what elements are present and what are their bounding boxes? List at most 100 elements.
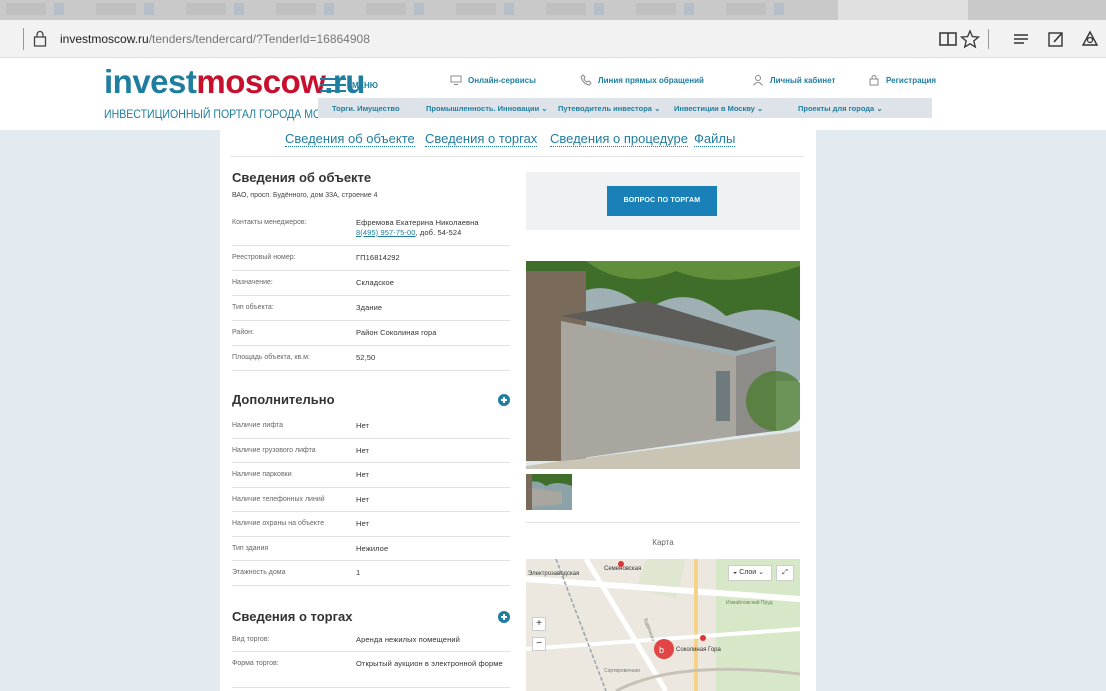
address-bar: investmoscow.ru/tenders/tendercard/?Tend…: [0, 20, 1106, 58]
nav-hotline[interactable]: Линия прямых обращений: [580, 74, 704, 86]
favorite-star-icon[interactable]: [960, 29, 980, 49]
map-label-semenovskaya: Семеновская: [604, 566, 641, 572]
detail-row-value: Нет: [356, 470, 370, 479]
detail-row-label: Назначение:: [232, 279, 273, 286]
detail-row-label: Наличие парковки: [232, 471, 292, 478]
detail-row: Реестровый номер: ГП16814292: [232, 246, 510, 271]
nav-online-label: Онлайн-сервисы: [468, 75, 536, 85]
managers-name: Ефремова Екатерина Николаевна: [356, 218, 479, 227]
managers-phone-link[interactable]: 8(495) 957-75-00: [356, 228, 416, 237]
trade-section-title: Сведения о торгах: [232, 609, 353, 624]
nav-register-label: Регистрация: [886, 75, 937, 85]
map-label-sokolinaya: Соколиная Гора: [676, 647, 722, 653]
map-label-sortirovochnaya: Сортировочная: [604, 668, 640, 674]
detail-row-value: Нет: [356, 421, 370, 430]
fullscreen-icon[interactable]: ⤢: [776, 565, 794, 581]
tab-trade-info[interactable]: Сведения о торгах: [425, 131, 538, 147]
detail-row: Этажность дома 1: [232, 561, 510, 586]
subnav-projects[interactable]: Проекты для города ⌄: [798, 104, 883, 113]
detail-row: Наличие телефонных линий Нет: [232, 488, 510, 512]
subnav-industry[interactable]: Промышленность. Инновации ⌄: [426, 104, 548, 113]
expand-extra-icon[interactable]: [498, 394, 510, 406]
subnav-guide[interactable]: Путеводитель инвестора ⌄: [558, 104, 660, 113]
page-background-right: [816, 130, 1106, 691]
question-button[interactable]: ВОПРОС ПО ТОРГАМ: [607, 186, 717, 216]
subnav-trade[interactable]: Торги. Имущество: [332, 104, 400, 113]
logo-subtitle: ИНВЕСТИЦИОННЫЙ ПОРТАЛ ГОРОДА МОСКВЫ: [104, 107, 352, 121]
user-icon: [753, 75, 763, 86]
main-content: Сведения об объекте Сведения о торгах Св…: [220, 130, 816, 691]
menu-label: МЕНЮ: [352, 80, 379, 90]
url-host: investmoscow.ru: [60, 32, 149, 46]
detail-row-value: Открытый аукцион в электронной форме: [356, 659, 503, 668]
detail-row: Вид торгов: Аренда нежилых помещений: [232, 628, 510, 652]
url-path: /tenders/tendercard/?TenderId=16864908: [148, 32, 370, 46]
question-box: ВОПРОС ПО ТОРГАМ: [526, 172, 800, 230]
detail-row: Тип здания Нежилое: [232, 537, 510, 561]
zoom-out-button[interactable]: −: [532, 637, 546, 651]
share-icon[interactable]: [1080, 29, 1100, 49]
padlock-icon: [869, 75, 879, 86]
detail-row-value: Район Соколиная гора: [356, 328, 437, 337]
object-photo[interactable]: [526, 261, 800, 469]
tab-list[interactable]: [6, 3, 806, 15]
logo-part-moscow: moscow: [196, 63, 325, 100]
map-layers-button[interactable]: ◒ Слои ⌄: [728, 565, 772, 581]
object-address: ВАО, просп. Будённого, дом 33А, строение…: [232, 192, 378, 199]
detail-row: Площадь объекта, кв.м: 52,50: [232, 346, 510, 371]
detail-row-label: Площадь объекта, кв.м:: [232, 354, 310, 361]
detail-row: Назначение: Складское: [232, 271, 510, 296]
detail-row-label: Этажность дома: [232, 569, 286, 576]
phone-icon: [580, 74, 592, 86]
map-label-izmailovsky: Измайловский Пруд: [726, 599, 773, 606]
reading-view-icon[interactable]: [938, 29, 958, 49]
detail-row-value: ГП16814292: [356, 253, 400, 262]
photo-thumbnail[interactable]: [526, 474, 572, 510]
sub-navigation: Торги. Имущество Промышленность. Инновац…: [318, 98, 932, 118]
tabs-divider: [230, 156, 804, 157]
browser-tabstrip: [0, 0, 1106, 20]
detail-row-value: Нет: [356, 494, 370, 504]
detail-row-label: Район:: [232, 329, 254, 336]
detail-row-value: 52,50: [356, 353, 376, 362]
url-field[interactable]: investmoscow.ru/tenders/tendercard/?Tend…: [60, 32, 370, 46]
menu-button[interactable]: МЕНЮ: [320, 78, 378, 92]
layers-icon: ◒: [733, 569, 738, 576]
managers-row: Контакты менеджеров: Ефремова Екатерина …: [232, 210, 510, 246]
logo-part-invest: invest: [104, 63, 197, 100]
detail-row: Наличие охраны на объекте Нет: [232, 512, 510, 537]
section-tabs: Сведения об объекте Сведения о торгах Св…: [220, 130, 816, 158]
monitor-icon: [450, 75, 462, 85]
web-note-icon[interactable]: [1046, 29, 1066, 49]
detail-row: Наличие парковки Нет: [232, 463, 510, 488]
detail-row-value: Аренда нежилых помещений: [356, 635, 460, 644]
divider: [23, 28, 24, 50]
detail-row-label: Наличие лифта: [232, 422, 283, 429]
detail-row-label: Форма торгов:: [232, 660, 279, 667]
tab-files[interactable]: Файлы: [694, 131, 736, 147]
detail-row: Наличие лифта Нет: [232, 414, 510, 439]
detail-row-label: Наличие грузового лифта: [232, 446, 316, 454]
location-map[interactable]: b Измайловский Пруд Семеновская Электроз…: [526, 559, 800, 691]
tab-procedure-info[interactable]: Сведения о процедуре: [550, 131, 688, 147]
site-header: investmoscow.ru ИНВЕСТИЦИОННЫЙ ПОРТАЛ ГО…: [0, 58, 1106, 130]
nav-online-services[interactable]: Онлайн-сервисы: [450, 74, 536, 86]
zoom-in-button[interactable]: +: [532, 617, 546, 631]
detail-row: Наличие грузового лифта Нет: [232, 439, 510, 463]
detail-row-value: Складское: [356, 278, 395, 287]
detail-row-value: 1: [356, 568, 361, 577]
subnav-invest[interactable]: Инвестиции в Москву ⌄: [674, 104, 763, 113]
active-tab[interactable]: [838, 0, 968, 20]
map-layers-label: Слои: [739, 569, 757, 576]
detail-row: Район: Район Соколиная гора: [232, 321, 510, 346]
detail-row-label: Реестровый номер:: [232, 254, 296, 261]
detail-row: Форма торгов: Открытый аукцион в электрон…: [232, 652, 510, 688]
detail-row-label: Тип объекта:: [232, 304, 274, 311]
nav-register[interactable]: Регистрация: [868, 74, 936, 86]
expand-trade-icon[interactable]: [498, 611, 510, 623]
managers-ext: , доб. 54-524: [415, 228, 462, 237]
object-section-title: Сведения об объекте: [232, 170, 372, 185]
tab-object-info[interactable]: Сведения об объекте: [285, 131, 415, 147]
hub-icon[interactable]: [1011, 29, 1031, 49]
nav-cabinet[interactable]: Личный кабинет: [752, 74, 835, 86]
